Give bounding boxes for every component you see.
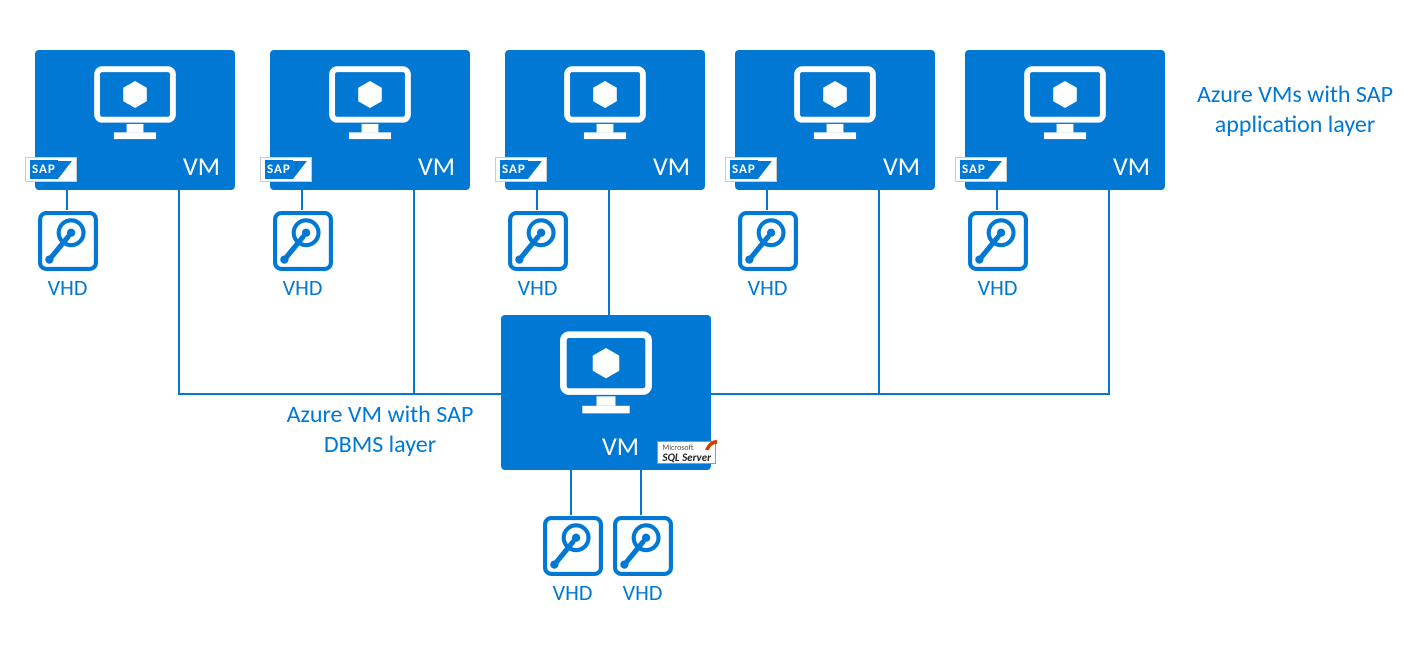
- connector: [711, 393, 1110, 395]
- vhd-label: VHD: [965, 274, 1030, 301]
- connector: [413, 393, 501, 395]
- vhd-app-1: VHD: [35, 210, 100, 301]
- sap-triangle-icon: [293, 161, 307, 179]
- sap-badge: SAP: [495, 157, 547, 182]
- sap-text: SAP: [730, 160, 758, 179]
- vhd-label: VHD: [35, 274, 100, 301]
- vm-label: VM: [1113, 150, 1150, 182]
- sap-badge: SAP: [260, 157, 312, 182]
- app-vm-5: VM SAP: [965, 50, 1165, 190]
- sap-text: SAP: [30, 160, 58, 179]
- sap-triangle-icon: [58, 161, 72, 179]
- sap-badge: SAP: [955, 157, 1007, 182]
- connector: [766, 190, 768, 210]
- dbms-vm: VM Microsoft SQL Server: [501, 315, 711, 470]
- sap-triangle-icon: [758, 161, 772, 179]
- sap-badge: SAP: [25, 157, 77, 182]
- dbms-layer-label-l1: Azure VM with SAP: [287, 400, 474, 429]
- connector: [1108, 190, 1110, 395]
- vm-label: VM: [418, 150, 455, 182]
- sql-product: SQL Server: [662, 452, 711, 463]
- connector: [178, 190, 180, 395]
- sql-accent-icon: [705, 440, 717, 450]
- dbms-layer-label: Azure VM with SAP DBMS layer: [265, 400, 495, 460]
- monitor-icon: [559, 330, 654, 420]
- vhd-label: VHD: [270, 274, 335, 301]
- connector: [413, 190, 415, 395]
- app-vm-3: VM SAP: [505, 50, 705, 190]
- vm-label: VM: [183, 150, 220, 182]
- sap-triangle-icon: [988, 161, 1002, 179]
- connector: [301, 190, 303, 210]
- monitor-icon: [1023, 65, 1108, 145]
- vhd-app-3: VHD: [505, 210, 570, 301]
- monitor-icon: [328, 65, 413, 145]
- sap-text: SAP: [265, 160, 293, 179]
- vhd-label: VHD: [540, 579, 605, 606]
- connector: [570, 470, 572, 515]
- app-layer-label: Azure VMs with SAP application layer: [1185, 80, 1405, 140]
- connector: [640, 470, 642, 515]
- sap-triangle-icon: [528, 161, 542, 179]
- vhd-label: VHD: [505, 274, 570, 301]
- vhd-app-4: VHD: [735, 210, 800, 301]
- app-vm-2: VM SAP: [270, 50, 470, 190]
- vhd-dbms-1: VHD: [540, 515, 605, 606]
- app-layer-label-l1: Azure VMs with SAP: [1197, 80, 1393, 109]
- connector: [536, 190, 538, 210]
- app-vm-1: VM SAP: [35, 50, 235, 190]
- sql-server-badge: Microsoft SQL Server: [657, 441, 716, 464]
- vhd-dbms-2: VHD: [610, 515, 675, 606]
- dbms-layer-label-l2: DBMS layer: [324, 430, 436, 459]
- monitor-icon: [793, 65, 878, 145]
- connector: [996, 190, 998, 210]
- vhd-app-5: VHD: [965, 210, 1030, 301]
- app-vm-4: VM SAP: [735, 50, 935, 190]
- connector: [608, 190, 610, 315]
- vm-label: VM: [602, 430, 639, 462]
- sap-text: SAP: [960, 160, 988, 179]
- connector: [878, 190, 880, 395]
- vhd-label: VHD: [610, 579, 675, 606]
- vhd-label: VHD: [735, 274, 800, 301]
- connector: [66, 190, 68, 210]
- monitor-icon: [93, 65, 178, 145]
- vm-label: VM: [883, 150, 920, 182]
- sap-text: SAP: [500, 160, 528, 179]
- vhd-app-2: VHD: [270, 210, 335, 301]
- sap-badge: SAP: [725, 157, 777, 182]
- monitor-icon: [563, 65, 648, 145]
- app-layer-label-l2: application layer: [1215, 110, 1375, 139]
- vm-label: VM: [653, 150, 690, 182]
